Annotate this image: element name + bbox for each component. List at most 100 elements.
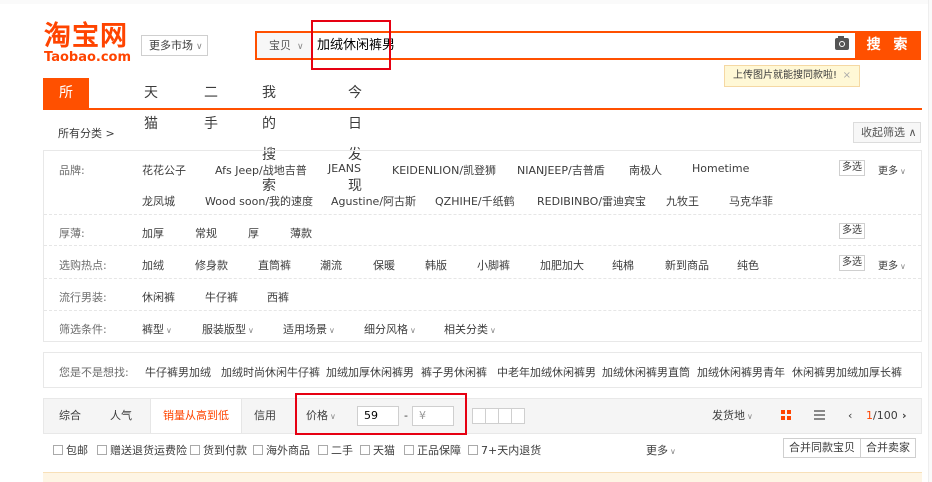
tab-second-hand[interactable]: 二手 xyxy=(204,78,218,132)
suggestion-item[interactable]: 加绒加厚休闲裤男 xyxy=(326,364,414,380)
brand-item[interactable]: 花花公子 xyxy=(142,162,186,178)
hot-item[interactable]: 直筒裤 xyxy=(258,257,291,273)
suggestion-item[interactable]: 加绒休闲裤男直筒 xyxy=(602,364,690,380)
search-input[interactable] xyxy=(317,33,817,58)
price-range-bar[interactable] xyxy=(498,408,512,424)
brand-item[interactable]: Agustine/阿古斯 xyxy=(331,193,416,209)
hot-item[interactable]: 小脚裤 xyxy=(477,257,510,273)
checkbox-icon[interactable] xyxy=(53,445,63,455)
checkbox-icon[interactable] xyxy=(318,445,328,455)
hot-item[interactable]: 纯棉 xyxy=(612,257,634,273)
hot-item[interactable]: 修身款 xyxy=(195,257,228,273)
condition-dropdown[interactable]: 细分风格 ∨ xyxy=(364,321,416,337)
checkbox-seven-day-return[interactable]: 7+天内退货 xyxy=(468,442,541,458)
popular-item[interactable]: 休闲裤 xyxy=(142,289,175,305)
checkbox-overseas[interactable]: 海外商品 xyxy=(253,442,310,458)
checkbox-icon[interactable] xyxy=(404,445,414,455)
close-icon[interactable]: × xyxy=(843,66,851,86)
tab-all-items[interactable]: 所有宝贝 xyxy=(43,78,89,194)
grid-view-icon[interactable] xyxy=(781,410,791,420)
list-view-icon[interactable] xyxy=(814,410,825,420)
sort-credit[interactable]: 信用 xyxy=(254,399,276,433)
suggestion-item[interactable]: 加绒时尚休闲牛仔裤 xyxy=(221,364,320,380)
checkbox-tmall[interactable]: 天猫 xyxy=(360,442,395,458)
thickness-item[interactable]: 薄款 xyxy=(290,225,312,241)
fold-filter-button[interactable]: 收起筛选 ∧ xyxy=(853,122,921,143)
checkbar-more-button[interactable]: 更多 ∨ xyxy=(646,442,676,458)
sort-popularity[interactable]: 人气 xyxy=(110,399,132,433)
taobao-logo[interactable]: 淘宝网 xyxy=(44,22,128,52)
brand-item[interactable]: KEIDENLION/凯登狮 xyxy=(392,162,496,178)
thickness-multi-select-button[interactable]: 多选 xyxy=(839,223,865,239)
search-type-dropdown[interactable]: 宝贝 ∨ xyxy=(257,33,313,58)
condition-dropdown[interactable]: 裤型 ∨ xyxy=(142,321,172,337)
thickness-item[interactable]: 常规 xyxy=(195,225,217,241)
checkbox-icon[interactable] xyxy=(468,445,478,455)
checkbox-icon[interactable] xyxy=(97,445,107,455)
brand-item[interactable]: 龙凤城 xyxy=(142,193,175,209)
checkbox-cod[interactable]: 货到付款 xyxy=(190,442,247,458)
hot-item[interactable]: 纯色 xyxy=(737,257,759,273)
brand-item[interactable]: Wood soon/我的速度 xyxy=(205,193,313,209)
taobao-logo-en[interactable]: Taobao.com xyxy=(44,51,131,65)
hot-multi-select-button[interactable]: 多选 xyxy=(839,255,865,271)
merge-sellers-button[interactable]: 合并卖家 xyxy=(860,438,916,458)
popular-item[interactable]: 西裤 xyxy=(267,289,289,305)
merge-same-items-button[interactable]: 合并同款宝贝 xyxy=(783,438,861,458)
prev-page-icon[interactable]: ‹ xyxy=(848,399,852,433)
next-page-icon[interactable]: › xyxy=(902,399,907,433)
checkbox-return-insurance[interactable]: 赠送退货运费险 xyxy=(97,442,187,458)
brand-more-button[interactable]: 更多 ∨ xyxy=(878,162,906,177)
sort-sales[interactable]: 销量从高到低 xyxy=(150,399,242,433)
price-range-bar[interactable] xyxy=(472,408,486,424)
brand-item[interactable]: JEANS xyxy=(328,162,361,175)
ship-from-dropdown[interactable]: 发货地 ∨ xyxy=(712,399,753,433)
thickness-item[interactable]: 厚 xyxy=(248,225,259,241)
all-categories-link[interactable]: 所有分类 > xyxy=(58,125,115,141)
brand-item[interactable]: 九牧王 xyxy=(666,193,699,209)
condition-dropdown[interactable]: 相关分类 ∨ xyxy=(444,321,496,337)
hot-item[interactable]: 加肥加大 xyxy=(540,257,584,273)
brand-item[interactable]: 南极人 xyxy=(629,162,662,178)
thickness-item[interactable]: 加厚 xyxy=(142,225,164,241)
suggestion-item[interactable]: 裤子男休闲裤 xyxy=(421,364,487,380)
tab-tmall[interactable]: 天猫 xyxy=(144,78,158,132)
condition-dropdown[interactable]: 适用场景 ∨ xyxy=(283,321,335,337)
suggestion-item[interactable]: 加绒休闲裤男青年 xyxy=(697,364,785,380)
price-range-bar[interactable] xyxy=(511,408,525,424)
hot-item[interactable]: 潮流 xyxy=(320,257,342,273)
condition-dropdown[interactable]: 服装版型 ∨ xyxy=(202,321,254,337)
tab-today-discover[interactable]: 今日发现 xyxy=(348,78,362,194)
checkbox-label: 包邮 xyxy=(66,444,88,457)
hot-item[interactable]: 新到商品 xyxy=(665,257,709,273)
sort-default[interactable]: 综合 xyxy=(59,399,81,433)
brand-item[interactable]: Hometime xyxy=(692,162,749,175)
tab-my-search[interactable]: 我的搜索 xyxy=(262,78,276,194)
camera-icon[interactable] xyxy=(835,36,849,50)
more-market-dropdown[interactable]: 更多市场 ∨ xyxy=(141,35,208,56)
brand-item[interactable]: NIANJEEP/吉普盾 xyxy=(517,162,605,178)
checkbox-icon[interactable] xyxy=(190,445,200,455)
hot-item[interactable]: 韩版 xyxy=(425,257,447,273)
brand-multi-select-button[interactable]: 多选 xyxy=(839,160,865,176)
suggestion-item[interactable]: 牛仔裤男加绒 xyxy=(145,364,211,380)
popular-item[interactable]: 牛仔裤 xyxy=(205,289,238,305)
checkbox-second-hand[interactable]: 二手 xyxy=(318,442,353,458)
suggestion-item[interactable]: 休闲裤男加绒加厚长裤 xyxy=(792,364,902,380)
hot-more-button[interactable]: 更多 ∨ xyxy=(878,257,906,272)
brand-label: 品牌: xyxy=(59,164,85,177)
hot-item[interactable]: 加绒 xyxy=(142,257,164,273)
brand-item[interactable]: REDIBINBO/雷迪宾宝 xyxy=(537,193,646,209)
chevron-down-icon: ∨ xyxy=(329,326,335,335)
checkbox-icon[interactable] xyxy=(360,445,370,455)
hot-item[interactable]: 保暖 xyxy=(373,257,395,273)
search-button[interactable]: 搜 索 xyxy=(857,31,921,60)
brand-item[interactable]: QZHIHE/千纸鹤 xyxy=(435,193,515,209)
suggestion-item[interactable]: 中老年加绒休闲裤男 xyxy=(497,364,596,380)
checkbox-free-shipping[interactable]: 包邮 xyxy=(53,442,88,458)
brand-item[interactable]: Afs Jeep/战地吉普 xyxy=(215,162,307,178)
brand-item[interactable]: 马克华菲 xyxy=(729,193,773,209)
price-range-bar[interactable] xyxy=(485,408,499,424)
checkbox-icon[interactable] xyxy=(253,445,263,455)
checkbox-genuine[interactable]: 正品保障 xyxy=(404,442,461,458)
